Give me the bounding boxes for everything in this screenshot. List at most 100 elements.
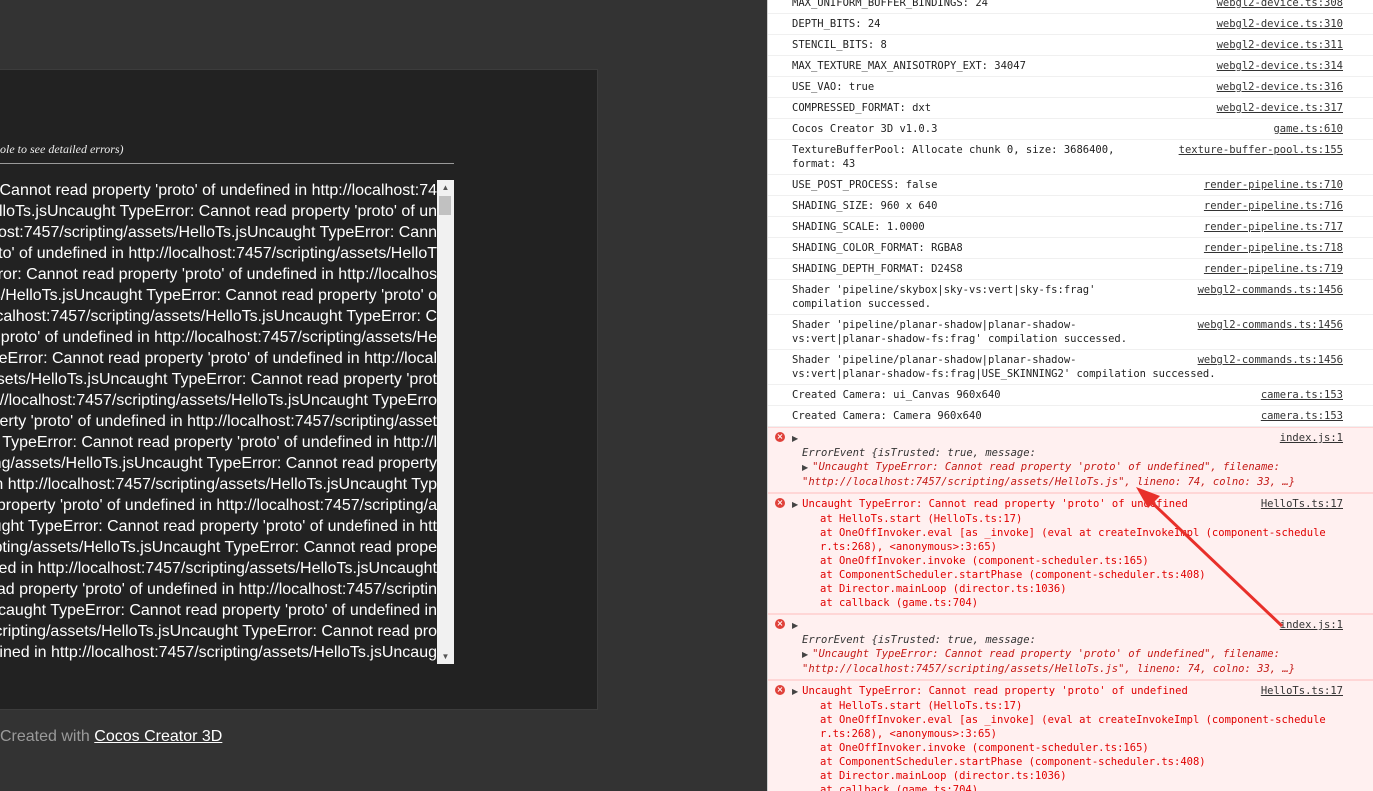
log-source-link[interactable]: webgl2-device.ts:311 — [1217, 38, 1343, 52]
uncaught-error-row[interactable]: × ▶ Uncaught TypeError: Cannot read proper… — [768, 680, 1373, 791]
console-log-row: MAX_UNIFORM_BUFFER_BINDINGS: 24 webgl2-de… — [768, 0, 1373, 14]
log-source-link[interactable]: webgl2-device.ts:316 — [1217, 80, 1343, 94]
error-event-line: "http://localhost:7457/scripting/assets/… — [792, 662, 1343, 676]
expand-triangle-icon[interactable]: ▶ — [792, 685, 798, 699]
error-event-filename: "http://localhost:7457/scripting/assets/… — [802, 476, 1296, 488]
expand-triangle-icon[interactable]: ▶ — [802, 648, 808, 662]
console-log-row: USE_VAO: true webgl2-device.ts:316 — [768, 77, 1373, 98]
log-source-link[interactable]: HelloTs.ts:17 — [1261, 497, 1343, 511]
log-source-link[interactable]: webgl2-device.ts:308 — [1217, 0, 1343, 10]
error-text-line: ssets/HelloTs.jsUncaught TypeError: Cann… — [0, 518, 437, 535]
log-source-link[interactable]: webgl2-device.ts:317 — [1217, 101, 1343, 115]
error-event-toggle[interactable]: ▶ — [792, 618, 1343, 633]
log-source-link[interactable]: render-pipeline.ts:716 — [1204, 199, 1343, 213]
error-text-line: ocalhost:7457/scripting/assets/HelloTs.j… — [0, 455, 437, 472]
log-source-link[interactable]: HelloTs.ts:17 — [1261, 684, 1343, 698]
expand-triangle-icon[interactable]: ▶ — [792, 498, 798, 512]
error-text-line: host:7457/scripting/assets/HelloTs.jsUnc… — [0, 371, 437, 388]
error-icon: × — [775, 685, 785, 695]
error-event-line: ▶ "Uncaught TypeError: Cannot read proper… — [792, 460, 1343, 475]
stack-frame: at OneOffInvoker.invoke (component-sched… — [820, 555, 1149, 567]
error-event-line: "http://localhost:7457/scripting/assets/… — [792, 475, 1343, 489]
log-source-link[interactable]: index.js:1 — [1280, 431, 1343, 445]
error-hint: ole to see detailed errors) — [0, 142, 124, 156]
scroll-up-icon[interactable]: ▲ — [437, 180, 454, 195]
log-source-link[interactable]: index.js:1 — [1280, 618, 1343, 632]
console-log-row: Shader 'pipeline/skybox|sky-vs:vert|sky-… — [768, 280, 1373, 315]
error-text-line: g/assets/HelloTs.jsUncaught TypeError: C… — [0, 602, 437, 619]
log-source-link[interactable]: texture-buffer-pool.ts:155 — [1179, 143, 1343, 157]
error-event-line: ErrorEvent {isTrusted: true, message: — [802, 634, 1036, 646]
expand-triangle-icon[interactable]: ▶ — [792, 432, 798, 446]
error-text-line: ot read property 'proto' of undefined in… — [0, 245, 437, 262]
error-event-filename: "http://localhost:7457/scripting/assets/… — [802, 663, 1296, 675]
error-text-line: defined in http://localhost:7457/scripti… — [0, 224, 437, 241]
error-text-line: p://localhost:7457/scripting/assets/Hell… — [0, 539, 437, 556]
error-text: Uncaught TypeError: Cannot read property… — [0, 180, 437, 663]
log-source-link[interactable]: webgl2-device.ts:310 — [1217, 17, 1343, 31]
error-text-line: s/HelloTs.jsUncaught TypeError: Cannot r… — [2, 434, 437, 451]
log-source-link[interactable]: camera.ts:153 — [1261, 388, 1343, 402]
uncaught-error-text: Uncaught TypeError: Cannot read property… — [802, 498, 1188, 510]
error-text-line: http://localhost:7457/scripting/assets/H… — [0, 623, 437, 640]
log-source-link[interactable]: render-pipeline.ts:717 — [1204, 220, 1343, 234]
log-source-link[interactable]: render-pipeline.ts:710 — [1204, 178, 1343, 192]
log-source-link[interactable]: camera.ts:153 — [1261, 409, 1343, 423]
scroll-thumb[interactable] — [439, 196, 451, 215]
error-event-row[interactable]: × ▶ index.js:1 ErrorEvent {isTrusted: true,… — [768, 614, 1373, 680]
log-source-link[interactable]: webgl2-commands.ts:1456 — [1198, 283, 1343, 297]
log-source-link[interactable]: render-pipeline.ts:718 — [1204, 241, 1343, 255]
scroll-down-icon[interactable]: ▼ — [437, 649, 454, 664]
error-text-line: TypeError: Cannot read property 'proto' … — [0, 581, 437, 598]
error-scrollbar[interactable]: ▲ ▼ — [437, 180, 454, 664]
log-source-link[interactable]: webgl2-commands.ts:1456 — [1198, 353, 1343, 367]
error-icon: × — [775, 432, 785, 442]
console-log-row: Cocos Creator 3D v1.0.3 game.ts:610 — [768, 119, 1373, 140]
stack-frame: r.ts:268), <anonymous>:3:65) — [820, 541, 998, 553]
console-log-row: SHADING_SCALE: 1.0000 render-pipeline.ts:… — [768, 217, 1373, 238]
error-text-line: annot read property 'proto' of undefined… — [0, 329, 437, 346]
stack-frame: at callback (game.ts:704) — [820, 784, 979, 791]
error-text-line: lloTs.jsUncaught TypeError: Cannot read … — [0, 350, 437, 367]
console-log-row: Shader 'pipeline/planar-shadow|planar-sh… — [768, 315, 1373, 350]
cocos-creator-link[interactable]: Cocos Creator 3D — [94, 728, 222, 745]
uncaught-error-row[interactable]: × ▶ Uncaught TypeError: Cannot read proper… — [768, 493, 1373, 614]
log-source-link[interactable]: webgl2-device.ts:314 — [1217, 59, 1343, 73]
error-text-line: f undefined in http://localhost:7457/scr… — [0, 308, 437, 325]
log-source-link[interactable]: game.ts:610 — [1273, 122, 1343, 136]
expand-triangle-icon[interactable]: ▶ — [802, 461, 808, 475]
console-log-row: TextureBufferPool: Allocate chunk 0, siz… — [768, 140, 1373, 175]
error-event-row[interactable]: × ▶ index.js:1 ErrorEvent {isTrusted: true,… — [768, 427, 1373, 493]
devtools-console: MAX_UNIFORM_BUFFER_BINDINGS: 24 webgl2-de… — [767, 0, 1373, 791]
error-event-line: ▶ "Uncaught TypeError: Cannot read proper… — [792, 647, 1343, 662]
log-source-link[interactable]: webgl2-commands.ts:1456 — [1198, 318, 1343, 332]
console-log-row: SHADING_COLOR_FORMAT: RGBA8 render-pipeli… — [768, 238, 1373, 259]
footer: Created with Cocos Creator 3D — [0, 728, 222, 746]
error-text-line: t:7457/scripting/assets/HelloTs.jsUncaug… — [0, 287, 437, 304]
error-event-message: "Uncaught TypeError: Cannot read propert… — [812, 648, 1280, 660]
stack-frame: at HelloTs.start (HelloTs.ts:17) — [820, 513, 1023, 525]
error-text-line: rty 'proto' of undefined in http://local… — [0, 560, 437, 577]
stack-frame: at OneOffInvoker.eval [as _invoke] (eval… — [820, 527, 1326, 539]
console-log-row: USE_POST_PROCESS: false render-pipeline.t… — [768, 175, 1373, 196]
error-text-line: o' of undefined in http://localhost:7457… — [0, 392, 437, 409]
error-event-message: "Uncaught TypeError: Cannot read propert… — [812, 461, 1280, 473]
divider — [0, 163, 454, 164]
error-text-line: perty 'proto' of undefined in http://loc… — [0, 644, 437, 661]
console-log-row: Shader 'pipeline/planar-shadow|planar-sh… — [768, 350, 1373, 385]
error-event-line: ErrorEvent {isTrusted: true, message: — [802, 447, 1036, 459]
stack-frame: r.ts:268), <anonymous>:3:65) — [820, 728, 998, 740]
console-log-row: Created Camera: ui_Canvas 960x640 camera.… — [768, 385, 1373, 406]
stack-frame: at OneOffInvoker.eval [as _invoke] (eval… — [820, 714, 1326, 726]
expand-triangle-icon[interactable]: ▶ — [792, 619, 798, 633]
stack-frame: at HelloTs.start (HelloTs.ts:17) — [820, 700, 1023, 712]
stack-frame: at callback (game.ts:704) — [820, 597, 979, 609]
error-event-toggle[interactable]: ▶ — [792, 431, 1343, 446]
log-source-link[interactable]: render-pipeline.ts:719 — [1204, 262, 1343, 276]
error-textarea[interactable]: Uncaught TypeError: Cannot read property… — [0, 180, 437, 664]
console-log-row: DEPTH_BITS: 24 webgl2-device.ts:310 — [768, 14, 1373, 35]
error-text-line: 57/scripting/assets/HelloTs.jsUncaught T… — [0, 203, 437, 220]
stack-frame: at Director.mainLoop (director.ts:1036) — [820, 583, 1067, 595]
error-icon: × — [775, 619, 785, 629]
error-icon: × — [775, 498, 785, 508]
